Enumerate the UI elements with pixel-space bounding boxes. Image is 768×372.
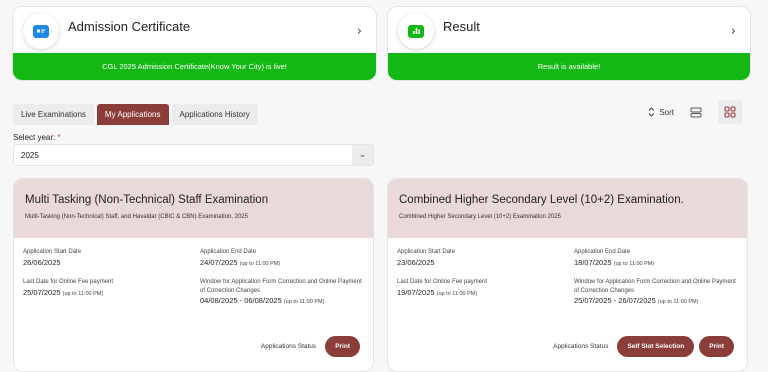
application-end-value: 18/07/2025 [574, 257, 612, 267]
bar-chart-icon [408, 24, 424, 38]
sort-icon [648, 107, 655, 117]
correction-window-value: 04/08/2025 - 06/08/2025 [200, 296, 282, 305]
select-year-label-text: Select year: [13, 133, 56, 142]
required-mark: * [57, 133, 61, 142]
application-card-header: Multi Tasking (Non-Technical) Staff Exam… [14, 179, 373, 238]
fee-payment-value-row: 25/07/2025 (up to 11:00 PM) [23, 288, 113, 297]
chevron-right-icon[interactable]: › [357, 24, 362, 39]
sort-button[interactable]: Sort [648, 100, 674, 124]
grid-view-icon [724, 106, 736, 118]
result-title: Result [443, 19, 480, 34]
correction-window: Window for Application Form Correction a… [200, 278, 368, 305]
application-end-value: 24/07/2025 [200, 257, 238, 267]
result-header[interactable]: Result › [388, 7, 750, 55]
chevron-right-icon[interactable]: › [731, 24, 736, 39]
application-start-label: Application Start Date [23, 249, 82, 255]
fee-payment-value: 19/07/2025 [397, 287, 435, 297]
application-start-date: Application Start Date 26/06/2025 [23, 248, 81, 267]
result-card[interactable]: Result › Result is available! [387, 6, 751, 81]
correction-window: Window for Application Form Correction a… [574, 278, 742, 305]
application-end-note: (up to 11:00 PM) [613, 260, 655, 267]
tab-live-examinations[interactable]: Live Examinations [13, 104, 94, 125]
application-card-header: Combined Higher Secondary Level (10+2) E… [388, 179, 747, 238]
select-year-label: Select year: * [13, 133, 61, 142]
application-end-label: Application End Date [574, 249, 631, 255]
id-card-icon [33, 24, 49, 38]
fee-payment-label: Last Date for Online Fee payment [397, 279, 488, 285]
application-subtitle: Multi-Tasking (Non-Technical) Staff, and… [25, 214, 248, 220]
application-card: Multi Tasking (Non-Technical) Staff Exam… [13, 178, 374, 372]
correction-window-value-row: 04/08/2025 - 06/08/2025 (up to 11:00 PM) [200, 296, 368, 305]
fee-payment-date: Last Date for Online Fee payment 19/07/2… [397, 278, 487, 297]
applications-status-link[interactable]: Applications Status [553, 343, 608, 350]
admission-certificate-banner: CGL 2025 Admission Certificate(Know Your… [13, 53, 376, 80]
application-start-value: 26/06/2025 [23, 257, 61, 267]
fee-payment-value: 25/07/2025 [23, 287, 61, 297]
fee-payment-note: (up to 11:00 PM) [62, 290, 104, 297]
correction-window-value: 25/07/2025 - 26/07/2025 [574, 296, 656, 305]
applications-tabs: Live Examinations My Applications Applic… [13, 104, 258, 125]
chevron-down-icon[interactable]: ⌄ [352, 145, 373, 165]
sort-label: Sort [659, 107, 674, 117]
application-start-value: 23/06/2025 [397, 257, 435, 267]
print-button[interactable]: Print [325, 336, 360, 357]
result-banner: Result is available! [388, 53, 750, 80]
correction-window-value-row: 25/07/2025 - 26/07/2025 (up to 11:00 PM) [574, 296, 742, 305]
application-end-note: (up to 11:00 PM) [239, 260, 281, 267]
application-actions: Applications Status Self Slot Selection … [553, 336, 734, 357]
application-title: Combined Higher Secondary Level (10+2) E… [399, 194, 684, 206]
application-actions: Applications Status Print [261, 336, 360, 357]
view-toolbar: Sort [648, 100, 742, 124]
fee-payment-label: Last Date for Online Fee payment [23, 279, 114, 285]
list-view-icon [690, 107, 702, 117]
application-end-date: Application End Date 18/07/2025 (up to 1… [574, 248, 654, 267]
application-end-label: Application End Date [200, 249, 257, 255]
fee-payment-date: Last Date for Online Fee payment 25/07/2… [23, 278, 113, 297]
fee-payment-value-row: 19/07/2025 (up to 11:00 PM) [397, 288, 487, 297]
application-end-value-row: 24/07/2025 (up to 11:00 PM) [200, 258, 280, 267]
application-end-date: Application End Date 24/07/2025 (up to 1… [200, 248, 280, 267]
application-title: Multi Tasking (Non-Technical) Staff Exam… [25, 194, 269, 206]
list-view-button[interactable] [684, 100, 708, 124]
application-end-value-row: 18/07/2025 (up to 11:00 PM) [574, 258, 654, 267]
admission-certificate-card[interactable]: Admission Certificate › CGL 2025 Admissi… [12, 6, 377, 81]
admission-certificate-icon-circle [23, 13, 59, 49]
year-select-value: 2025 [21, 150, 39, 160]
correction-window-label: Window for Application Form Correction a… [574, 279, 736, 294]
tab-applications-history[interactable]: Applications History [171, 104, 258, 125]
tab-my-applications[interactable]: My Applications [96, 104, 169, 125]
year-select[interactable]: 2025 ⌄ [13, 144, 374, 166]
correction-window-label: Window for Application Form Correction a… [200, 279, 362, 294]
applications-status-link[interactable]: Applications Status [261, 343, 316, 350]
admission-certificate-title: Admission Certificate [68, 19, 191, 34]
result-icon-circle [398, 13, 434, 49]
application-start-date: Application Start Date 23/06/2025 [397, 248, 455, 267]
correction-window-note: (up to 11:00 PM) [283, 299, 325, 305]
application-start-label: Application Start Date [397, 249, 456, 255]
correction-window-note: (up to 11:00 PM) [657, 299, 699, 305]
print-button[interactable]: Print [699, 336, 734, 357]
fee-payment-note: (up to 11:00 PM) [436, 290, 478, 297]
self-slot-selection-button[interactable]: Self Slot Selection [617, 336, 695, 357]
application-card: Combined Higher Secondary Level (10+2) E… [387, 178, 748, 372]
grid-view-button[interactable] [718, 100, 742, 124]
application-subtitle: Combined Higher Secondary Level (10+2) E… [399, 214, 561, 220]
admission-certificate-header[interactable]: Admission Certificate › [13, 7, 376, 55]
